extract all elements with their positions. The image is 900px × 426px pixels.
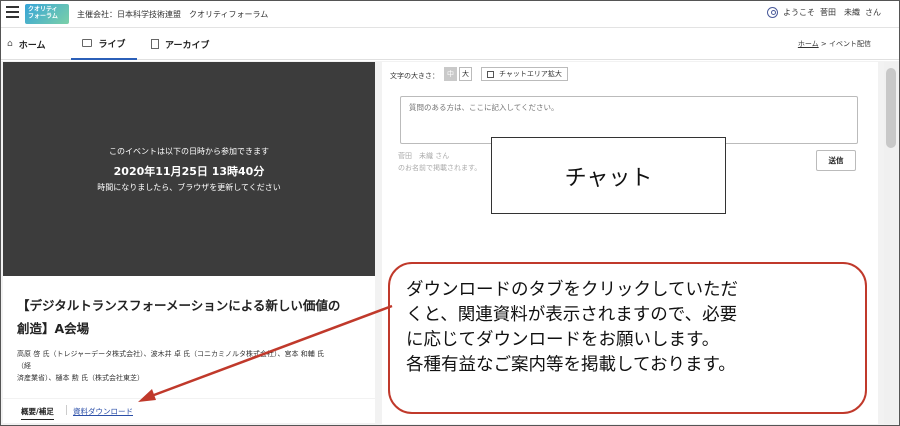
callout-arrow xyxy=(138,304,393,402)
arrow-shaft xyxy=(145,304,393,400)
arrow-head xyxy=(138,389,156,402)
